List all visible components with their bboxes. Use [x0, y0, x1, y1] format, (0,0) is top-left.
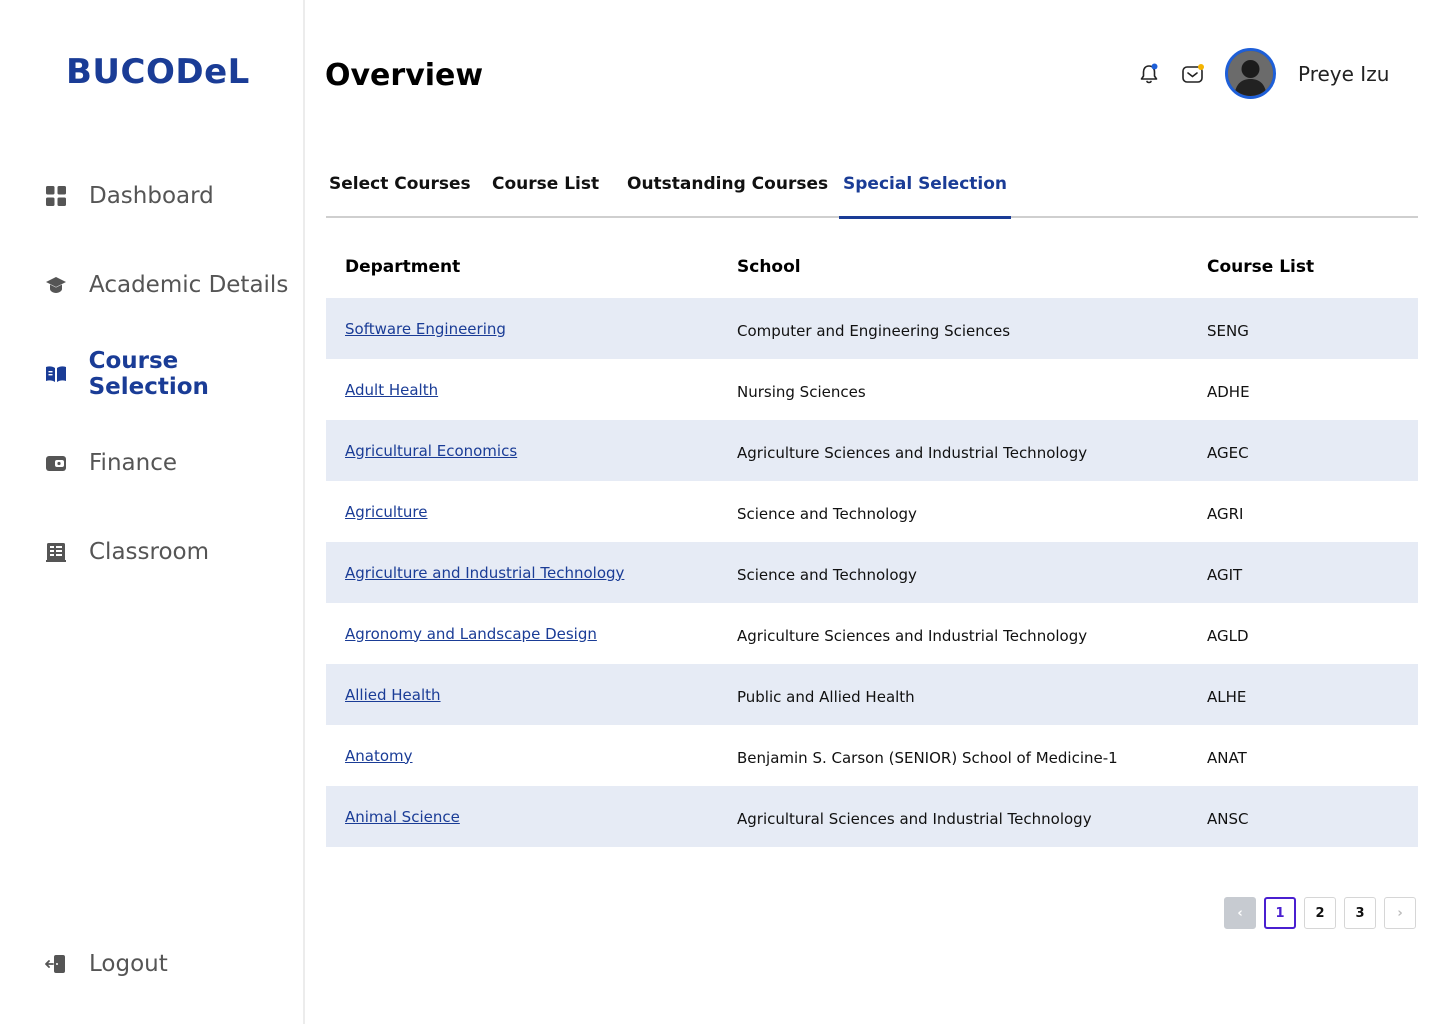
table-row: Agriculture and Industrial Technology Sc…: [326, 542, 1418, 603]
school-cell: Agriculture Sciences and Industrial Tech…: [737, 626, 1088, 645]
column-header-course-list: Course List: [1207, 257, 1315, 277]
department-link[interactable]: Allied Health: [345, 686, 441, 704]
course-code-cell: ANAT: [1207, 748, 1247, 767]
department-table: Department School Course List Software E…: [326, 236, 1418, 847]
school-cell: Nursing Sciences: [737, 382, 866, 401]
course-code-cell: AGRI: [1207, 504, 1244, 523]
sidebar-item-classroom[interactable]: Classroom: [44, 532, 209, 572]
user-name: Preye Izu: [1298, 62, 1390, 86]
table-row: Animal Science Agricultural Sciences and…: [326, 786, 1418, 847]
course-code-cell: AGEC: [1207, 443, 1249, 462]
pagination-prev-button[interactable]: ‹: [1224, 897, 1256, 929]
pagination-page-3[interactable]: 3: [1344, 897, 1376, 929]
grid-icon: [44, 184, 68, 208]
logout-label: Logout: [89, 951, 168, 977]
graduation-cap-icon: [44, 273, 68, 297]
school-cell: Agricultural Sciences and Industrial Tec…: [737, 809, 1092, 828]
table-row: Adult Health Nursing Sciences ADHE: [326, 359, 1418, 420]
department-link[interactable]: Agronomy and Landscape Design: [345, 625, 597, 643]
school-cell: Agriculture Sciences and Industrial Tech…: [737, 443, 1088, 462]
sidebar-item-label: Dashboard: [89, 183, 214, 209]
school-cell: Science and Technology: [737, 565, 917, 584]
school-cell: Computer and Engineering Sciences: [737, 321, 1011, 340]
pagination-page-1[interactable]: 1: [1264, 897, 1296, 929]
column-header-school: School: [737, 257, 801, 277]
department-link[interactable]: Agriculture and Industrial Technology: [345, 564, 624, 582]
department-link[interactable]: Adult Health: [345, 381, 438, 399]
tab-outstanding-courses[interactable]: Outstanding Courses: [627, 174, 828, 218]
pagination-next-button[interactable]: ›: [1384, 897, 1416, 929]
tab-select-courses[interactable]: Select Courses: [329, 174, 471, 218]
department-link[interactable]: Animal Science: [345, 808, 460, 826]
sidebar-item-course-selection[interactable]: Course Selection: [44, 348, 303, 400]
table-row: Allied Health Public and Allied Health A…: [326, 664, 1418, 725]
table-header: Department School Course List: [326, 236, 1418, 298]
tab-course-list[interactable]: Course List: [492, 174, 599, 218]
department-link[interactable]: Agriculture: [345, 503, 428, 521]
chevron-right-icon: ›: [1397, 905, 1403, 921]
building-icon: [44, 540, 68, 564]
table-row: Software Engineering Computer and Engine…: [326, 298, 1418, 359]
column-header-department: Department: [345, 257, 461, 277]
notification-bell-icon[interactable]: [1137, 62, 1161, 86]
course-code-cell: ALHE: [1207, 687, 1247, 706]
department-link[interactable]: Anatomy: [345, 747, 413, 765]
app-logo[interactable]: BUCODeL: [66, 52, 250, 92]
tab-bar: Select Courses Course List Outstanding C…: [326, 168, 1418, 219]
table-row: Agriculture Science and Technology AGRI: [326, 481, 1418, 542]
sidebar-item-label: Academic Details: [89, 272, 289, 298]
course-code-cell: ADHE: [1207, 382, 1250, 401]
logout-icon: [44, 952, 68, 976]
sidebar-item-label: Classroom: [89, 539, 210, 565]
sidebar-item-label: Finance: [89, 450, 177, 476]
course-code-cell: AGIT: [1207, 565, 1243, 584]
course-code-cell: AGLD: [1207, 626, 1249, 645]
table-row: Anatomy Benjamin S. Carson (SENIOR) Scho…: [326, 725, 1418, 786]
sidebar-item-dashboard[interactable]: Dashboard: [44, 176, 214, 216]
tab-special-selection[interactable]: Special Selection: [839, 174, 1012, 219]
table-row: Agronomy and Landscape Design Agricultur…: [326, 603, 1418, 664]
sidebar-item-label: Course Selection: [88, 348, 209, 400]
course-code-cell: ANSC: [1207, 809, 1249, 828]
course-code-cell: SENG: [1207, 321, 1249, 340]
page-title: Overview: [325, 58, 484, 93]
department-link[interactable]: Agricultural Economics: [345, 442, 517, 460]
school-cell: Public and Allied Health: [737, 687, 915, 706]
pagination-page-2[interactable]: 2: [1304, 897, 1336, 929]
user-avatar[interactable]: [1225, 48, 1276, 99]
school-cell: Science and Technology: [737, 504, 917, 523]
logout-button[interactable]: Logout: [44, 944, 168, 984]
table-row: Agricultural Economics Agriculture Scien…: [326, 420, 1418, 481]
open-book-icon: [44, 362, 68, 386]
sidebar-item-academic-details[interactable]: Academic Details: [44, 265, 288, 305]
sidebar-item-finance[interactable]: Finance: [44, 443, 177, 483]
chevron-left-icon: ‹: [1237, 905, 1243, 921]
message-inbox-icon[interactable]: [1181, 62, 1205, 86]
sidebar: BUCODeL Dashboard Academic Details Cours…: [0, 0, 305, 1024]
wallet-icon: [44, 451, 68, 475]
school-cell: Benjamin S. Carson (SENIOR) School of Me…: [737, 748, 1118, 767]
department-link[interactable]: Software Engineering: [345, 320, 506, 338]
